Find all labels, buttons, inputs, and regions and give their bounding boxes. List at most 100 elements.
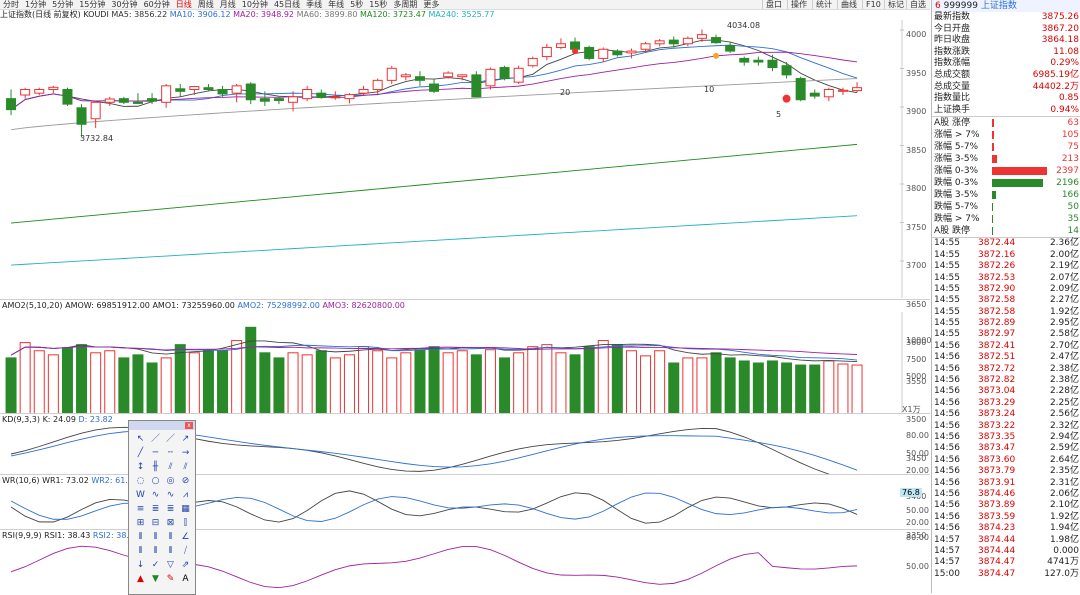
- tick-price: 3874.47: [978, 557, 1016, 568]
- circle-icon[interactable]: ○: [148, 474, 163, 488]
- bars5-icon[interactable]: ⦀: [148, 544, 163, 558]
- period-tab[interactable]: 1分钟: [22, 0, 49, 9]
- gann4-icon[interactable]: ⫿: [178, 516, 193, 530]
- parallel2-icon[interactable]: ⫽: [178, 460, 193, 474]
- volume-bar: [597, 340, 609, 414]
- triangle-icon[interactable]: ▽: [163, 558, 178, 572]
- distribution-row: 跌幅 > 7% 35: [932, 213, 1080, 225]
- stat-row: 指数涨跌 11.08: [932, 47, 1080, 59]
- extend-icon[interactable]: ⇗: [178, 558, 193, 572]
- rbtn-biaoji[interactable]: 标记: [884, 0, 907, 9]
- down-icon[interactable]: ↓: [133, 558, 148, 572]
- rbtn-tongji[interactable]: 统计: [812, 0, 835, 9]
- indicator-name: KOUDI: [83, 10, 109, 19]
- check-icon[interactable]: ✓: [148, 558, 163, 572]
- tick-price: 3872.53: [978, 272, 1016, 283]
- rbtn-pankou[interactable]: 盘口: [762, 0, 785, 9]
- bars2-icon[interactable]: ⦀: [148, 530, 163, 544]
- close-icon[interactable]: x: [185, 422, 193, 429]
- bars6-icon[interactable]: ⦀: [163, 544, 178, 558]
- fib3-icon[interactable]: ≣: [163, 502, 178, 516]
- period-tab[interactable]: 日线: [173, 0, 195, 9]
- ellipse-icon[interactable]: ◌: [133, 474, 148, 488]
- period-tab[interactable]: 15分钟: [76, 0, 108, 9]
- tick-price: 3874.47: [978, 568, 1016, 579]
- candle-body: [443, 72, 454, 78]
- period-tab[interactable]: 5秒: [347, 0, 366, 9]
- stat-value: 0.29%: [1050, 58, 1079, 69]
- text-icon[interactable]: A: [178, 572, 193, 586]
- period-tab[interactable]: 周线: [195, 0, 217, 9]
- fib-icon[interactable]: ≡: [133, 502, 148, 516]
- tick-time: 14:56: [934, 488, 960, 499]
- volume-bar: [231, 340, 243, 414]
- fib2-icon[interactable]: ≣: [148, 502, 163, 516]
- wave3-icon[interactable]: ∿: [163, 488, 178, 502]
- vline-icon[interactable]: ↕: [133, 460, 148, 474]
- rbtn-f10[interactable]: F10: [862, 0, 884, 9]
- candle-body: [344, 94, 355, 100]
- gann2-icon[interactable]: ⊟: [148, 516, 163, 530]
- zigzag-icon[interactable]: ⩘: [178, 488, 193, 502]
- arrow-line-icon[interactable]: ↗: [178, 432, 193, 446]
- period-tab[interactable]: 5分钟: [49, 0, 76, 9]
- label-n5: 5: [776, 110, 782, 119]
- period-tab[interactable]: 10分钟: [239, 0, 271, 9]
- marker-icon[interactable]: ✎: [163, 572, 178, 586]
- bars4-icon[interactable]: ⦀: [133, 544, 148, 558]
- angle-icon[interactable]: ∠: [178, 530, 193, 544]
- period-tab[interactable]: 分时: [0, 0, 22, 9]
- ray-icon[interactable]: ／: [163, 432, 178, 446]
- arrow-right-icon[interactable]: →: [178, 446, 193, 460]
- wave-icon[interactable]: W: [133, 488, 148, 502]
- gann-icon[interactable]: ⊞: [133, 516, 148, 530]
- tick-row: 14:56 3874.46 2.06亿: [932, 489, 1080, 500]
- dash-line-icon[interactable]: ╌: [163, 446, 178, 460]
- volume-bar: [5, 357, 17, 414]
- period-tab[interactable]: 30分钟: [108, 0, 140, 9]
- bars-icon[interactable]: ⦀: [133, 530, 148, 544]
- tick-list[interactable]: 14:55 3872.44 2.36亿 14:55 3872.16 2.00亿 14:55 3…: [932, 237, 1080, 580]
- gann3-icon[interactable]: ⊠: [163, 516, 178, 530]
- volume-bar: [710, 352, 722, 414]
- cursor-icon[interactable]: ↖: [133, 432, 148, 446]
- period-tab[interactable]: 月线: [217, 0, 239, 9]
- rbtn-quxian[interactable]: 曲线: [837, 0, 860, 9]
- down-arrow-icon[interactable]: ▼: [148, 572, 163, 586]
- wave2-icon[interactable]: ∿: [148, 488, 163, 502]
- measure-icon[interactable]: ⧸: [178, 544, 193, 558]
- drawing-toolbox[interactable]: x ↖ ／／ ↗ ╱ ─ ╌ → ↕ ╫ ⫽ ⫽ ◌ ○ ◎ ⊘ W ∿ ∿ ⩘ ≡ ≣ ≣ ▦ ⊞ ⊟ ⊠ ⫿ ⦀ ⦀ ⦀…: [128, 420, 196, 595]
- line-icon[interactable]: ／: [148, 432, 163, 446]
- period-tab[interactable]: 年线: [325, 0, 347, 9]
- candle-body: [555, 43, 566, 48]
- grid-icon[interactable]: ▦: [178, 502, 193, 516]
- spiral-icon[interactable]: ⊘: [178, 474, 193, 488]
- rbtn-caozuo[interactable]: 操作: [787, 0, 810, 9]
- kd-label: KD(9,3,3): [2, 415, 41, 424]
- volume-bar: [668, 362, 680, 414]
- toolbox-titlebar[interactable]: x: [129, 421, 195, 430]
- stat-row: 上证换手 0.94%: [932, 105, 1080, 117]
- hline-icon[interactable]: ─: [148, 446, 163, 460]
- period-tab[interactable]: 更多: [420, 0, 442, 9]
- tick-row: 14:57 3874.47 4741万: [932, 557, 1080, 568]
- segment-icon[interactable]: ╱: [133, 446, 148, 460]
- candlestick-chart[interactable]: [0, 20, 930, 298]
- divider: [0, 413, 930, 414]
- period-tab[interactable]: 15秒: [366, 0, 390, 9]
- volume-chart[interactable]: [0, 312, 930, 414]
- up-arrow-icon[interactable]: ▲: [133, 572, 148, 586]
- signal-marker: [713, 52, 720, 59]
- period-tab[interactable]: 多周期: [390, 0, 420, 9]
- rbtn-zixuan[interactable]: 自选: [906, 0, 929, 9]
- channel-icon[interactable]: ╫: [148, 460, 163, 474]
- kd-axis-80: 80.00: [906, 431, 929, 440]
- period-tab[interactable]: 季线: [303, 0, 325, 9]
- parallel-icon[interactable]: ⫽: [163, 460, 178, 474]
- cycle-icon[interactable]: ◎: [163, 474, 178, 488]
- vol-axis-1: 10000: [906, 336, 932, 345]
- period-tab[interactable]: 60分钟: [141, 0, 173, 9]
- period-tab[interactable]: 45日线: [271, 0, 303, 9]
- candle-body: [612, 50, 623, 56]
- bars3-icon[interactable]: ⦀: [163, 530, 178, 544]
